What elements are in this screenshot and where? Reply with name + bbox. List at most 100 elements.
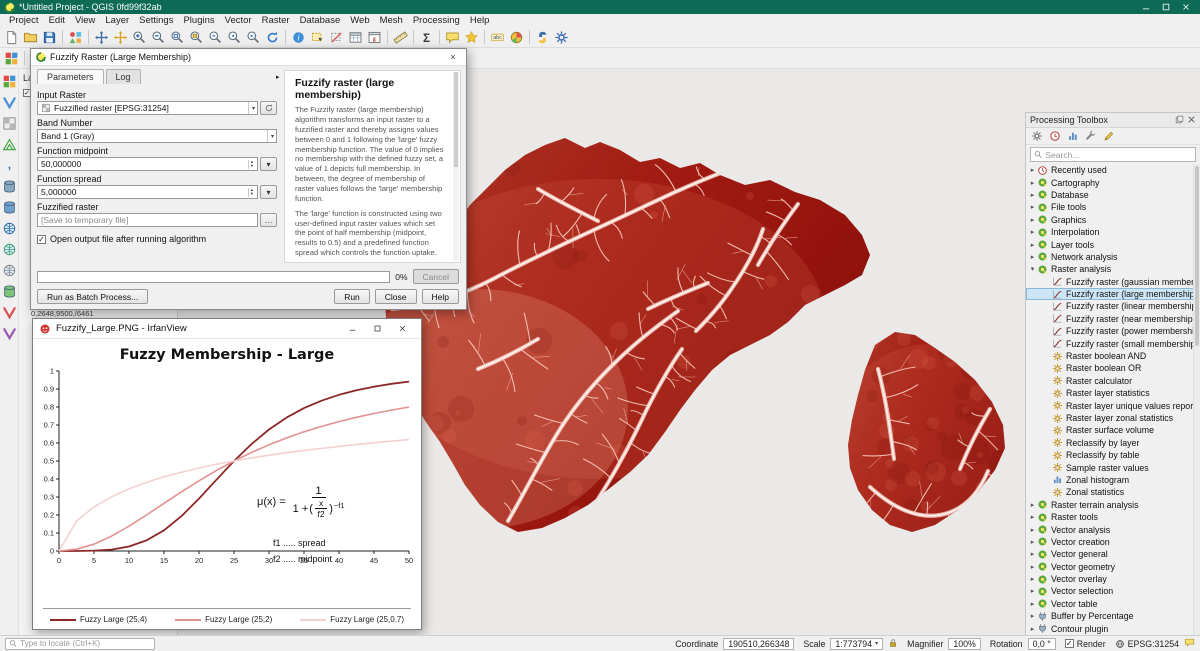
chevron-icon[interactable]: ▸: [1028, 179, 1037, 187]
chevron-icon[interactable]: ▸: [1028, 526, 1037, 534]
tree-scrollbar-thumb[interactable]: [1195, 166, 1199, 346]
toolbox-options-button[interactable]: [1083, 128, 1099, 144]
toolbox-item-zonal-statistics[interactable]: Zonal statistics: [1026, 486, 1200, 498]
zoom-full-button[interactable]: [168, 28, 187, 47]
chevron-icon[interactable]: ▸: [1028, 501, 1037, 509]
spread-spinbox[interactable]: 5,000000 ▴▾: [37, 185, 258, 199]
measure-line-button[interactable]: [391, 28, 410, 47]
chevron-icon[interactable]: ▸: [1028, 253, 1037, 261]
open-output-checkbox[interactable]: ✓ Open output file after running algorit…: [37, 234, 277, 244]
locator-search[interactable]: [5, 638, 155, 650]
chevron-icon[interactable]: ▸: [1028, 203, 1037, 211]
add-spatialite-layer-button[interactable]: [0, 177, 19, 196]
toolbox-item-fuzzify-raster-power-membership[interactable]: Fuzzify raster (power membership): [1026, 325, 1200, 337]
toolbox-item-network-analysis[interactable]: ▸Network analysis: [1026, 251, 1200, 263]
close-panel-button[interactable]: [1187, 115, 1196, 126]
toolbox-item-raster-layer-zonal-statistics[interactable]: Raster layer zonal statistics: [1026, 412, 1200, 424]
menu-layer[interactable]: Layer: [100, 15, 134, 26]
toolbox-item-contour-plugin[interactable]: ▸Contour plugin: [1026, 622, 1200, 634]
python-console-button[interactable]: [533, 28, 552, 47]
pan-to-selection-button[interactable]: [111, 28, 130, 47]
toolbox-item-graphics[interactable]: ▸Graphics: [1026, 214, 1200, 226]
deselect-features-button[interactable]: [327, 28, 346, 47]
maximize-button[interactable]: [1156, 1, 1176, 14]
menu-mesh[interactable]: Mesh: [375, 15, 408, 26]
render-checkbox[interactable]: ✓ Render: [1065, 639, 1106, 649]
toolbox-item-raster-tools[interactable]: ▸Raster tools: [1026, 511, 1200, 523]
open-attribute-table-button[interactable]: [346, 28, 365, 47]
add-delimited-text-layer-button[interactable]: ,: [0, 156, 19, 175]
help-scrollbar-thumb[interactable]: [454, 72, 458, 167]
toolbox-search[interactable]: [1030, 147, 1196, 162]
minimize-button[interactable]: [1136, 1, 1156, 14]
help-scrollbar[interactable]: [453, 72, 459, 261]
toolbox-item-fuzzify-raster-gaussian-membership[interactable]: Fuzzify raster (gaussian membership): [1026, 276, 1200, 288]
zoom-out-button[interactable]: [149, 28, 168, 47]
select-features-button[interactable]: [308, 28, 327, 47]
chevron-icon[interactable]: ▸: [1028, 241, 1037, 249]
edit-features-in-place-button[interactable]: [1101, 128, 1117, 144]
layer-labeling-button[interactable]: abc: [488, 28, 507, 47]
crs-button[interactable]: EPSG:31254: [1115, 639, 1179, 649]
chevron-icon[interactable]: ▸: [1028, 612, 1037, 620]
layer-diagrams-button[interactable]: [507, 28, 526, 47]
toolbox-item-file-tools[interactable]: ▸File tools: [1026, 201, 1200, 213]
new-bookmark-button[interactable]: [462, 28, 481, 47]
chevron-icon[interactable]: ▸: [1028, 600, 1037, 608]
menu-processing[interactable]: Processing: [408, 15, 465, 26]
toolbox-item-zonal-histogram[interactable]: Zonal histogram: [1026, 474, 1200, 486]
data-source-manager-button[interactable]: [2, 49, 21, 68]
chevron-icon[interactable]: ▸: [1028, 191, 1037, 199]
float-panel-button[interactable]: [1175, 115, 1184, 126]
coordinate-input[interactable]: 190510,266348: [723, 638, 794, 650]
chevron-icon[interactable]: ▸: [1028, 538, 1037, 546]
add-raster-layer-button[interactable]: [0, 114, 19, 133]
help-button[interactable]: Help: [422, 289, 459, 304]
new-geopackage-button[interactable]: [0, 282, 19, 301]
field-calculator-button[interactable]: ε: [365, 28, 384, 47]
toolbox-item-vector-overlay[interactable]: ▸Vector overlay: [1026, 573, 1200, 585]
open-project-button[interactable]: [21, 28, 40, 47]
add-xyz-layer-button[interactable]: [0, 261, 19, 280]
spinner-arrows-icon[interactable]: ▴▾: [248, 188, 255, 197]
menu-view[interactable]: View: [70, 15, 100, 26]
toolbox-item-fuzzify-raster-small-membership[interactable]: Fuzzify raster (small membership): [1026, 337, 1200, 349]
chevron-icon[interactable]: ▸: [1028, 575, 1037, 583]
dialog-close-button[interactable]: ×: [445, 52, 461, 62]
input-raster-combo[interactable]: Fuzzified raster [EPSG:31254] ▾: [37, 101, 258, 115]
menu-project[interactable]: Project: [4, 15, 44, 26]
chevron-icon[interactable]: ▸: [1028, 563, 1037, 571]
menu-edit[interactable]: Edit: [44, 15, 70, 26]
toolbox-history-button[interactable]: [1047, 128, 1063, 144]
zoom-in-button[interactable]: [130, 28, 149, 47]
iv-maximize-button[interactable]: [365, 320, 390, 338]
refresh-map-button[interactable]: [263, 28, 282, 47]
toolbox-item-interpolation[interactable]: ▸Interpolation: [1026, 226, 1200, 238]
iv-minimize-button[interactable]: [340, 320, 365, 338]
run-button[interactable]: Run: [334, 289, 370, 304]
help-collapse-arrow[interactable]: ▸: [276, 73, 280, 81]
magnifier-spinner[interactable]: 100%: [948, 638, 981, 650]
chevron-icon[interactable]: ▸: [1028, 228, 1037, 236]
add-mesh-layer-button[interactable]: [0, 135, 19, 154]
chevron-icon[interactable]: ▸: [1028, 587, 1037, 595]
toolbox-item-cartography[interactable]: ▸Cartography: [1026, 176, 1200, 188]
pan-map-button[interactable]: [92, 28, 111, 47]
rotation-spinner[interactable]: 0,0 °: [1028, 638, 1056, 650]
toolbox-models-button[interactable]: [1029, 128, 1045, 144]
tab-log[interactable]: Log: [106, 69, 141, 84]
chevron-icon[interactable]: ▸: [1028, 166, 1037, 174]
menu-settings[interactable]: Settings: [134, 15, 178, 26]
toolbox-item-sample-raster-values[interactable]: Sample raster values: [1026, 461, 1200, 473]
toolbox-item-raster-analysis[interactable]: ▾Raster analysis: [1026, 263, 1200, 275]
toolbox-item-raster-layer-statistics[interactable]: Raster layer statistics: [1026, 387, 1200, 399]
toolbox-results-viewer-button[interactable]: [1065, 128, 1081, 144]
menu-database[interactable]: Database: [295, 15, 346, 26]
add-wms-layer-button[interactable]: [0, 219, 19, 238]
tab-parameters[interactable]: Parameters: [37, 69, 104, 84]
chevron-icon[interactable]: ▸: [1028, 550, 1037, 558]
band-number-combo[interactable]: Band 1 (Gray) ▾: [37, 129, 277, 143]
toolbox-item-raster-terrain-analysis[interactable]: ▸Raster terrain analysis: [1026, 499, 1200, 511]
chevron-icon[interactable]: ▸: [1028, 625, 1037, 633]
midpoint-spinbox[interactable]: 50,000000 ▴▾: [37, 157, 258, 171]
